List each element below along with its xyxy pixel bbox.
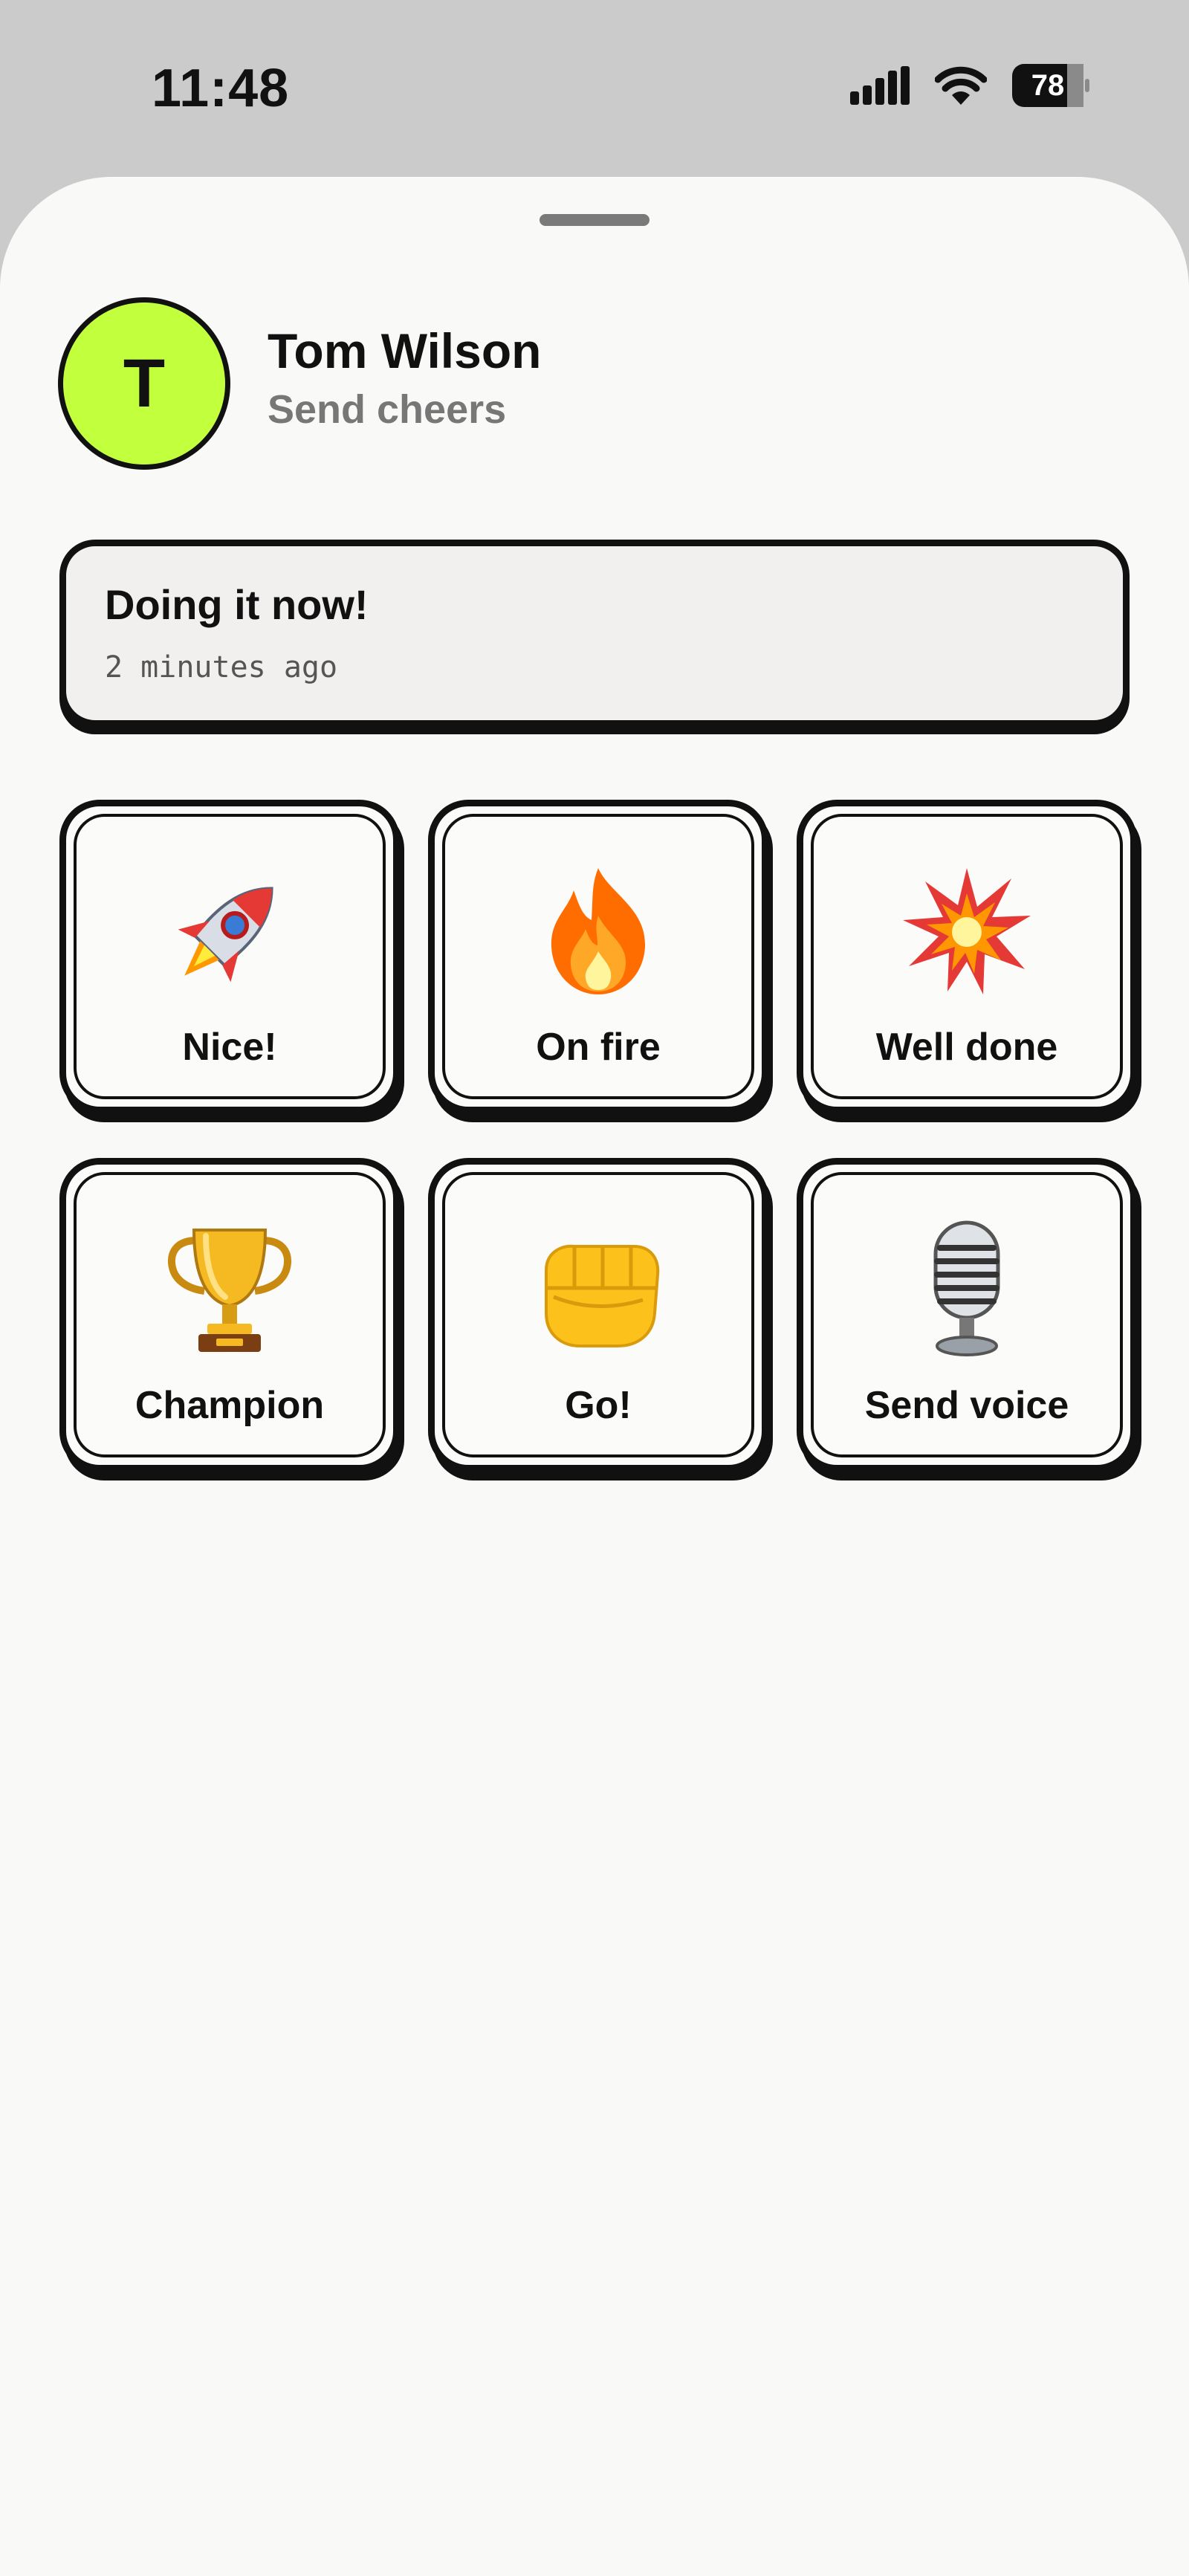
cheer-champion-button[interactable]: Champion [59,1158,400,1472]
cheer-grid: Nice! On fire Well done Champion Go! Sen… [59,800,1137,1472]
user-name: Tom Wilson [268,323,542,378]
microphone-icon [803,1218,1130,1359]
signal-icon [850,66,910,105]
sheet-subtitle: Send cheers [268,387,507,432]
cheer-go-button[interactable]: Go! [428,1158,768,1472]
battery-icon: 78 [1012,64,1089,107]
rocket-icon [66,860,393,1001]
send-voice-button[interactable]: Send voice [797,1158,1137,1472]
wifi-icon [935,66,987,105]
status-timestamp: 2 minutes ago [105,650,338,685]
trophy-icon [66,1218,393,1359]
status-message: Doing it now! [105,581,369,628]
cheer-on-fire-button[interactable]: On fire [428,800,768,1113]
cheer-nice-button[interactable]: Nice! [59,800,400,1113]
avatar: T [58,297,230,470]
avatar-initial: T [123,345,166,421]
fist-icon [435,1218,762,1359]
explosion-icon [803,860,1130,1001]
status-bar: 11:48 78 [0,0,1189,175]
battery-level: 78 [1031,68,1065,102]
cheer-go-label: Go! [565,1384,632,1427]
cheer-on-fire-label: On fire [536,1026,661,1069]
status-icons: 78 [850,64,1089,107]
cheer-champion-label: Champion [135,1384,325,1427]
fire-icon [435,860,762,1001]
send-voice-label: Send voice [864,1384,1069,1427]
cheer-well-done-label: Well done [875,1026,1058,1069]
cheer-sheet: T Tom Wilson Send cheers Doing it now! 2… [0,177,1189,2576]
cheer-well-done-button[interactable]: Well done [797,800,1137,1113]
sheet-grabber[interactable] [540,214,649,226]
cheer-nice-label: Nice! [182,1026,277,1069]
latest-status-card: Doing it now! 2 minutes ago [59,540,1130,727]
status-time: 11:48 [152,59,290,118]
